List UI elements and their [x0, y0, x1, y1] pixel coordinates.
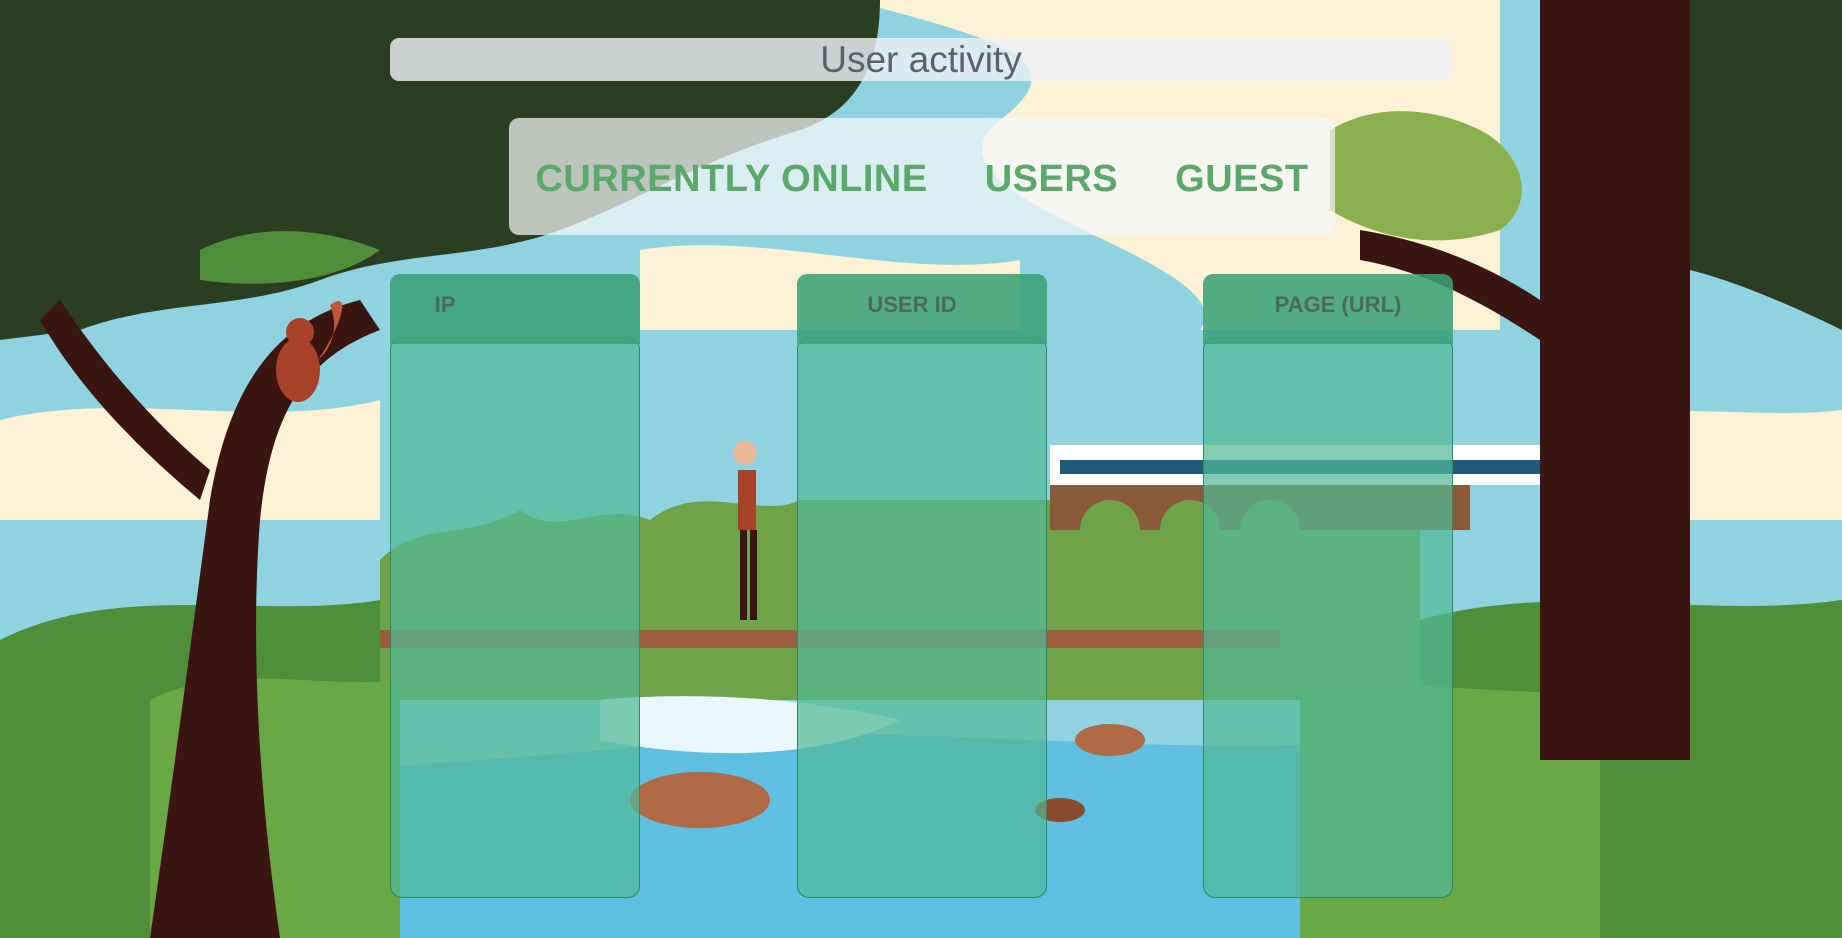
tab-guest[interactable]: GUEST	[1175, 152, 1308, 201]
page-root: User activity CURRENTLY ONLINE USERS GUE…	[0, 0, 1842, 938]
tab-users[interactable]: USERS	[985, 152, 1118, 201]
page-title-bar: User activity	[390, 38, 1452, 81]
user-id-column-label: USER ID	[867, 292, 957, 317]
user-id-column: USER ID	[797, 274, 1047, 899]
ip-column-label: IP	[434, 292, 456, 317]
page-url-column-label: PAGE (URL)	[1274, 292, 1402, 317]
ip-column: IP	[390, 274, 640, 899]
activity-tabs: CURRENTLY ONLINE USERS GUEST	[509, 118, 1335, 235]
ip-column-body	[390, 337, 640, 898]
page-url-column-body	[1203, 337, 1453, 898]
user-id-column-header: USER ID	[797, 274, 1047, 344]
user-id-column-body	[797, 337, 1047, 898]
page-url-column: PAGE (URL)	[1203, 274, 1453, 899]
page-title: User activity	[820, 38, 1022, 80]
ip-column-header: IP	[390, 274, 640, 344]
tab-currently-online[interactable]: CURRENTLY ONLINE	[535, 152, 927, 201]
page-url-column-header: PAGE (URL)	[1203, 274, 1453, 344]
